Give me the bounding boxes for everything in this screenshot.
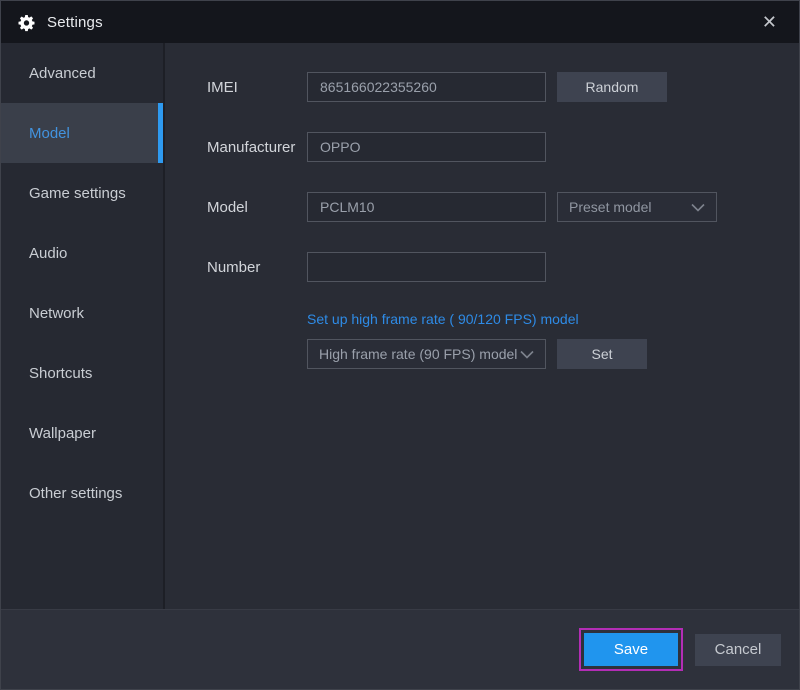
model-row: Model Preset model	[207, 192, 799, 222]
manufacturer-label: Manufacturer	[207, 138, 296, 156]
footer-bar: Save Cancel	[1, 609, 799, 689]
model-input[interactable]	[307, 192, 546, 222]
sidebar: Advanced Model Game settings Audio Netwo…	[1, 43, 165, 609]
number-label: Number	[207, 258, 261, 276]
high-frame-rate-row: High frame rate (90 FPS) model Set	[307, 339, 799, 369]
imei-row: IMEI Random	[207, 72, 799, 102]
sidebar-item-advanced[interactable]: Advanced	[1, 43, 163, 103]
chevron-down-icon	[520, 350, 534, 359]
sidebar-item-other-settings[interactable]: Other settings	[1, 463, 163, 523]
number-row: Number	[207, 252, 799, 282]
chevron-down-icon	[691, 203, 705, 212]
sidebar-item-network[interactable]: Network	[1, 283, 163, 343]
sidebar-item-audio[interactable]: Audio	[1, 223, 163, 283]
imei-input[interactable]	[307, 72, 546, 102]
save-button[interactable]: Save	[584, 633, 678, 666]
gear-icon	[17, 13, 36, 32]
model-settings-panel: IMEI Random Manufacturer Model Preset mo…	[165, 43, 799, 609]
sidebar-item-game-settings[interactable]: Game settings	[1, 163, 163, 223]
high-frame-rate-section: Set up high frame rate ( 90/120 FPS) mod…	[307, 311, 799, 369]
annotation-highlight-box: Save	[579, 628, 683, 671]
settings-window: Settings ✕ Advanced Model Game settings …	[0, 0, 800, 690]
active-indicator-bar	[158, 103, 163, 163]
preset-model-dropdown[interactable]: Preset model	[557, 192, 717, 222]
imei-label: IMEI	[207, 78, 238, 96]
random-button[interactable]: Random	[557, 72, 667, 102]
sidebar-item-shortcuts[interactable]: Shortcuts	[1, 343, 163, 403]
sidebar-item-wallpaper[interactable]: Wallpaper	[1, 403, 163, 463]
cancel-button[interactable]: Cancel	[695, 633, 781, 666]
title-bar: Settings ✕	[1, 1, 799, 43]
manufacturer-input[interactable]	[307, 132, 546, 162]
manufacturer-row: Manufacturer	[207, 132, 799, 162]
window-body: Advanced Model Game settings Audio Netwo…	[1, 43, 799, 609]
model-label: Model	[207, 198, 248, 216]
high-frame-rate-heading: Set up high frame rate ( 90/120 FPS) mod…	[307, 311, 579, 327]
window-title: Settings	[47, 13, 103, 31]
set-button[interactable]: Set	[557, 339, 647, 369]
close-icon[interactable]: ✕	[756, 11, 783, 33]
sidebar-item-model[interactable]: Model	[1, 103, 163, 163]
high-frame-rate-dropdown[interactable]: High frame rate (90 FPS) model	[307, 339, 546, 369]
number-input[interactable]	[307, 252, 546, 282]
